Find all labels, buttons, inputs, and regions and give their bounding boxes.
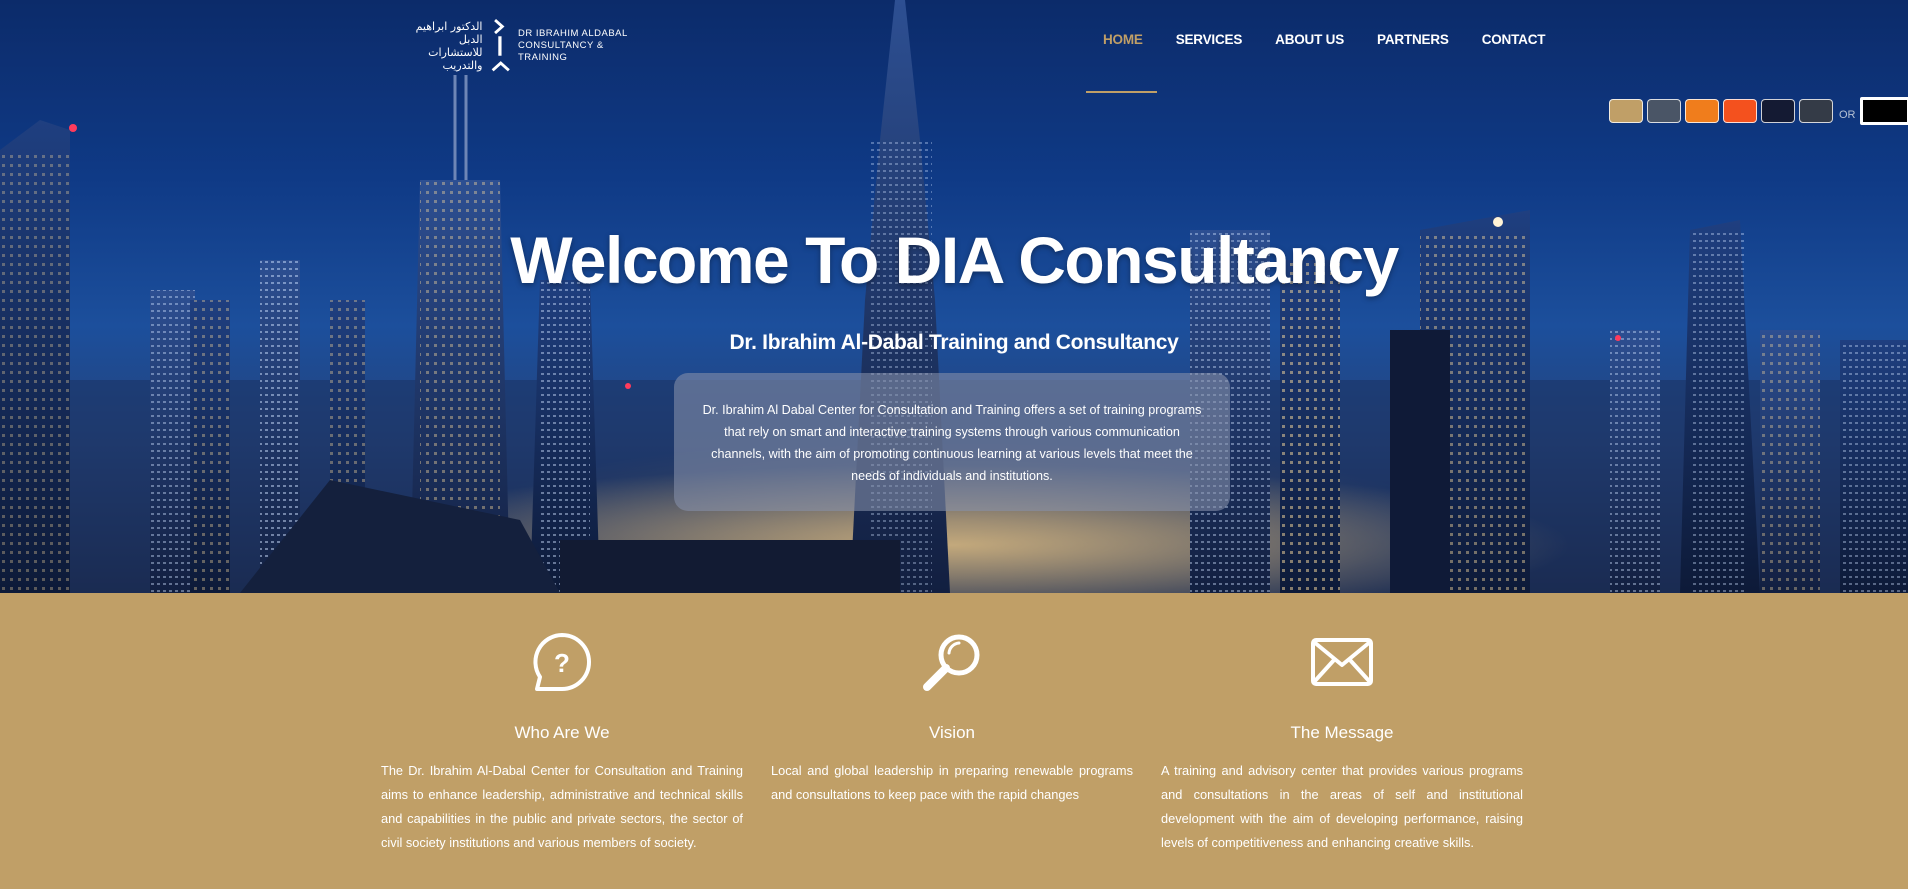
feature-title: Vision — [929, 723, 975, 742]
color-swatch-gold[interactable] — [1609, 99, 1643, 123]
feature-title: The Message — [1290, 723, 1394, 742]
site-logo[interactable]: الدكتور ابراهيم الدبل للاستشارات والتدري… — [390, 12, 630, 80]
hero-description: Dr. Ibrahim Al Dabal Center for Consulta… — [702, 403, 1202, 483]
logo-arabic-line-2: للاستشارات والتدريب — [428, 46, 483, 72]
svg-text:?: ? — [554, 648, 570, 678]
color-swatch-slate[interactable] — [1647, 99, 1681, 123]
hero-subtitle: Dr. Ibrahim Al-Dabal Training and Consul… — [729, 331, 1179, 354]
custom-color-picker[interactable] — [1859, 97, 1908, 125]
nav-active-underline — [1086, 91, 1157, 93]
logo-english-line-2: CONSULTANCY & TRAINING — [517, 40, 604, 63]
color-swatch-navy[interactable] — [1761, 99, 1795, 123]
envelope-icon — [1311, 638, 1373, 686]
logo-english-text: DR IBRAHIM ALDABAL CONSULTANCY & TRAININ… — [518, 28, 630, 64]
feature-text: Local and global leadership in preparing… — [771, 763, 1133, 802]
search-icon — [923, 634, 980, 691]
nav-services[interactable]: SERVICES — [1176, 32, 1243, 47]
feature-text: A training and advisory center that prov… — [1161, 763, 1523, 850]
swatch-or-label: OR — [1839, 109, 1856, 121]
theme-color-switcher: OR — [1609, 97, 1908, 125]
feature-text: The Dr. Ibrahim Al-Dabal Center for Cons… — [381, 763, 743, 850]
nav-home[interactable]: HOME — [1103, 32, 1143, 47]
main-nav: HOME SERVICES ABOUT US PARTNERS CONTACT — [1090, 32, 1578, 47]
hero-title: Welcome To DIA Consultancy — [510, 223, 1399, 297]
nav-partners[interactable]: PARTNERS — [1377, 32, 1449, 47]
nav-contact[interactable]: CONTACT — [1482, 32, 1546, 47]
color-swatch-red-orange[interactable] — [1723, 99, 1757, 123]
feature-title: Who Are We — [514, 723, 610, 742]
color-swatch-charcoal[interactable] — [1799, 99, 1833, 123]
nav-about-us[interactable]: ABOUT US — [1275, 32, 1344, 47]
question-bubble-icon: ? — [533, 633, 591, 691]
features-section: ? Who Are We The Dr. Ibrahim Al-Dabal Ce… — [0, 593, 1908, 889]
color-swatch-orange[interactable] — [1685, 99, 1719, 123]
hero-section: الدكتور ابراهيم الدبل للاستشارات والتدري… — [0, 0, 1908, 593]
logo-english-line-1: DR IBRAHIM ALDABAL — [517, 28, 628, 39]
hero-description-box: Dr. Ibrahim Al Dabal Center for Consulta… — [674, 373, 1230, 511]
logo-mark-icon — [491, 18, 510, 72]
logo-arabic-line-1: الدكتور ابراهيم الدبل — [415, 20, 483, 46]
logo-arabic-text: الدكتور ابراهيم الدبل للاستشارات والتدري… — [390, 20, 483, 72]
